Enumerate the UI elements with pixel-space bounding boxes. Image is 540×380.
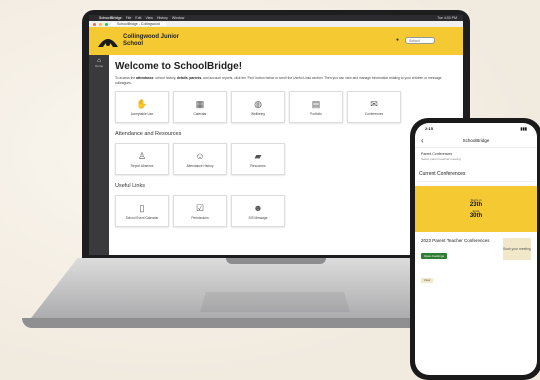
tile-conferences[interactable]: ✉ Conferences [347,91,401,123]
laptop-notch [226,258,326,264]
phone-title: SchoolBridge [462,137,490,143]
current-conferences-heading: Current Conferences [419,171,533,182]
tile-resources[interactable]: ▰ Resources [231,143,285,175]
tile-wellbeing[interactable]: ◍ Wellbeing [231,91,285,123]
tile-permissions[interactable]: ☑ Permissions [173,195,227,227]
tile-label: SIS Message [248,215,268,220]
calendar-icon: ▦ [195,98,205,109]
chat-icon: ✉ [370,98,378,109]
notification-icon[interactable]: ● [396,38,401,43]
minimize-window-icon[interactable] [99,22,102,26]
intro-mid: , school history, [153,76,177,80]
user-add-icon: ♙ [137,150,147,161]
close-window-icon[interactable] [93,22,96,26]
sidebar: ⌂ Home [89,55,109,255]
tile-label: Wellbeing [251,111,265,116]
section-links-title: Useful Links [115,183,145,189]
view-button[interactable]: View [421,277,433,283]
attendance-tiles: ♙ Report Absence ☺ Attendance History ▰ Res… [115,143,455,175]
tile-calendar[interactable]: ▦ Calendar [173,91,227,123]
handshake-icon: ✋ [136,98,148,109]
conference-card-info: 2023 Parent Teacher Conferences Open boo… [421,238,499,262]
document-icon: ▯ [139,202,145,213]
school-selector-label: School [409,38,420,43]
sidebar-item-label: Home [94,64,103,68]
tile-label: Report Absence [130,163,154,168]
tile-portfolio[interactable]: ▤ Portfolio [289,91,343,123]
school-logo-icon[interactable] [97,34,119,48]
school-selector[interactable]: School [405,37,435,44]
back-icon[interactable]: ‹ [421,136,437,145]
conference-dates-banner: Starts in 23th Ends 30th [415,186,537,232]
phone-breadcrumb: Parent Conferences Select parent teacher… [415,148,537,161]
tile-sis-message[interactable]: ☻ SIS Message [231,195,285,227]
breadcrumb-subtitle: Select parent teacher meeting [421,156,462,161]
conference-title: 2023 Parent Teacher Conferences [421,238,490,243]
phone-titlebar: ‹ SchoolBridge [415,133,537,148]
intro-keyword-attendance: attendance [136,76,154,80]
school-name: Collingwood Junior School [123,34,179,47]
conference-card: 2023 Parent Teacher Conferences Open boo… [421,238,531,262]
app-header: Collingwood Junior School ● School [89,27,463,55]
phone-time: 2:15 [425,125,434,131]
sidebar-item-home[interactable]: ⌂ Home [89,55,109,71]
intro-text: To access the attendance, school history… [115,76,445,85]
tile-label: Calendar [193,111,207,116]
trackpad [200,292,350,312]
main-content: Welcome to SchoolBridge! To access the a… [115,61,455,227]
intro-keyword-details: details [177,76,188,80]
menubar-app[interactable]: SchoolBridge [99,16,122,20]
laptop-screen: SchoolBridge File Edit View History Wind… [89,15,463,255]
tile-attendance-history[interactable]: ☺ Attendance History [173,143,227,175]
tile-acceptable-use[interactable]: ✋ Acceptable Use [115,91,169,123]
tile-label: Portfolio [310,111,322,116]
tile-label: Permissions [191,215,209,220]
tile-label: School Event Calendar [125,215,159,220]
tile-label: Attendance History [186,163,214,168]
page-title: Welcome to SchoolBridge! [115,61,243,72]
user-history-icon: ☺ [195,150,205,161]
end-value: 30th [469,213,483,219]
menu-item-window[interactable]: Window [172,16,184,20]
globe-icon: ◍ [254,98,262,109]
people-icon: ☻ [253,202,263,213]
folder-icon: ▤ [311,98,321,109]
tile-report-absence[interactable]: ♙ Report Absence [115,143,169,175]
tile-label: Acceptable Use [130,111,154,116]
menu-item-view[interactable]: View [145,16,153,20]
intro-lead: To access the [115,76,136,80]
section-attendance-title: Attendance and Resources [115,131,182,137]
start-value: 23th [469,202,483,208]
maximize-window-icon[interactable] [105,22,108,26]
signal-battery-icon: ▮▮▮ [520,125,527,131]
tile-school-event-calendar[interactable]: ▯ School Event Calendar [115,195,169,227]
checkbox-icon: ☑ [195,202,205,213]
status-badge: Open bookings [421,252,448,259]
folder-icon: ▰ [254,150,262,161]
link-tiles: ▯ School Event Calendar ☑ Permissions ☻ SIS… [115,195,455,227]
phone-screen: 2:15 ▮▮▮ ‹ SchoolBridge Parent Conferenc… [415,123,537,375]
intro-keyword-parents: parents [189,76,202,80]
menu-item-history[interactable]: History [157,16,168,20]
quick-tiles: ✋ Acceptable Use ▦ Calendar ◍ Wellbeing ▤ Po… [115,91,455,123]
menu-item-file[interactable]: File [126,16,132,20]
phone-status-bar: 2:15 ▮▮▮ [415,123,537,133]
menu-item-edit[interactable]: Edit [135,16,141,20]
tile-label: Conferences [364,111,384,116]
tile-label: Resources [250,163,266,168]
browser-tab[interactable]: SchoolBridge - Collingwood [111,22,166,26]
book-meeting-button[interactable]: Book your meeting [503,238,531,260]
menubar-clock: Tue 4:00 PM [437,16,457,20]
